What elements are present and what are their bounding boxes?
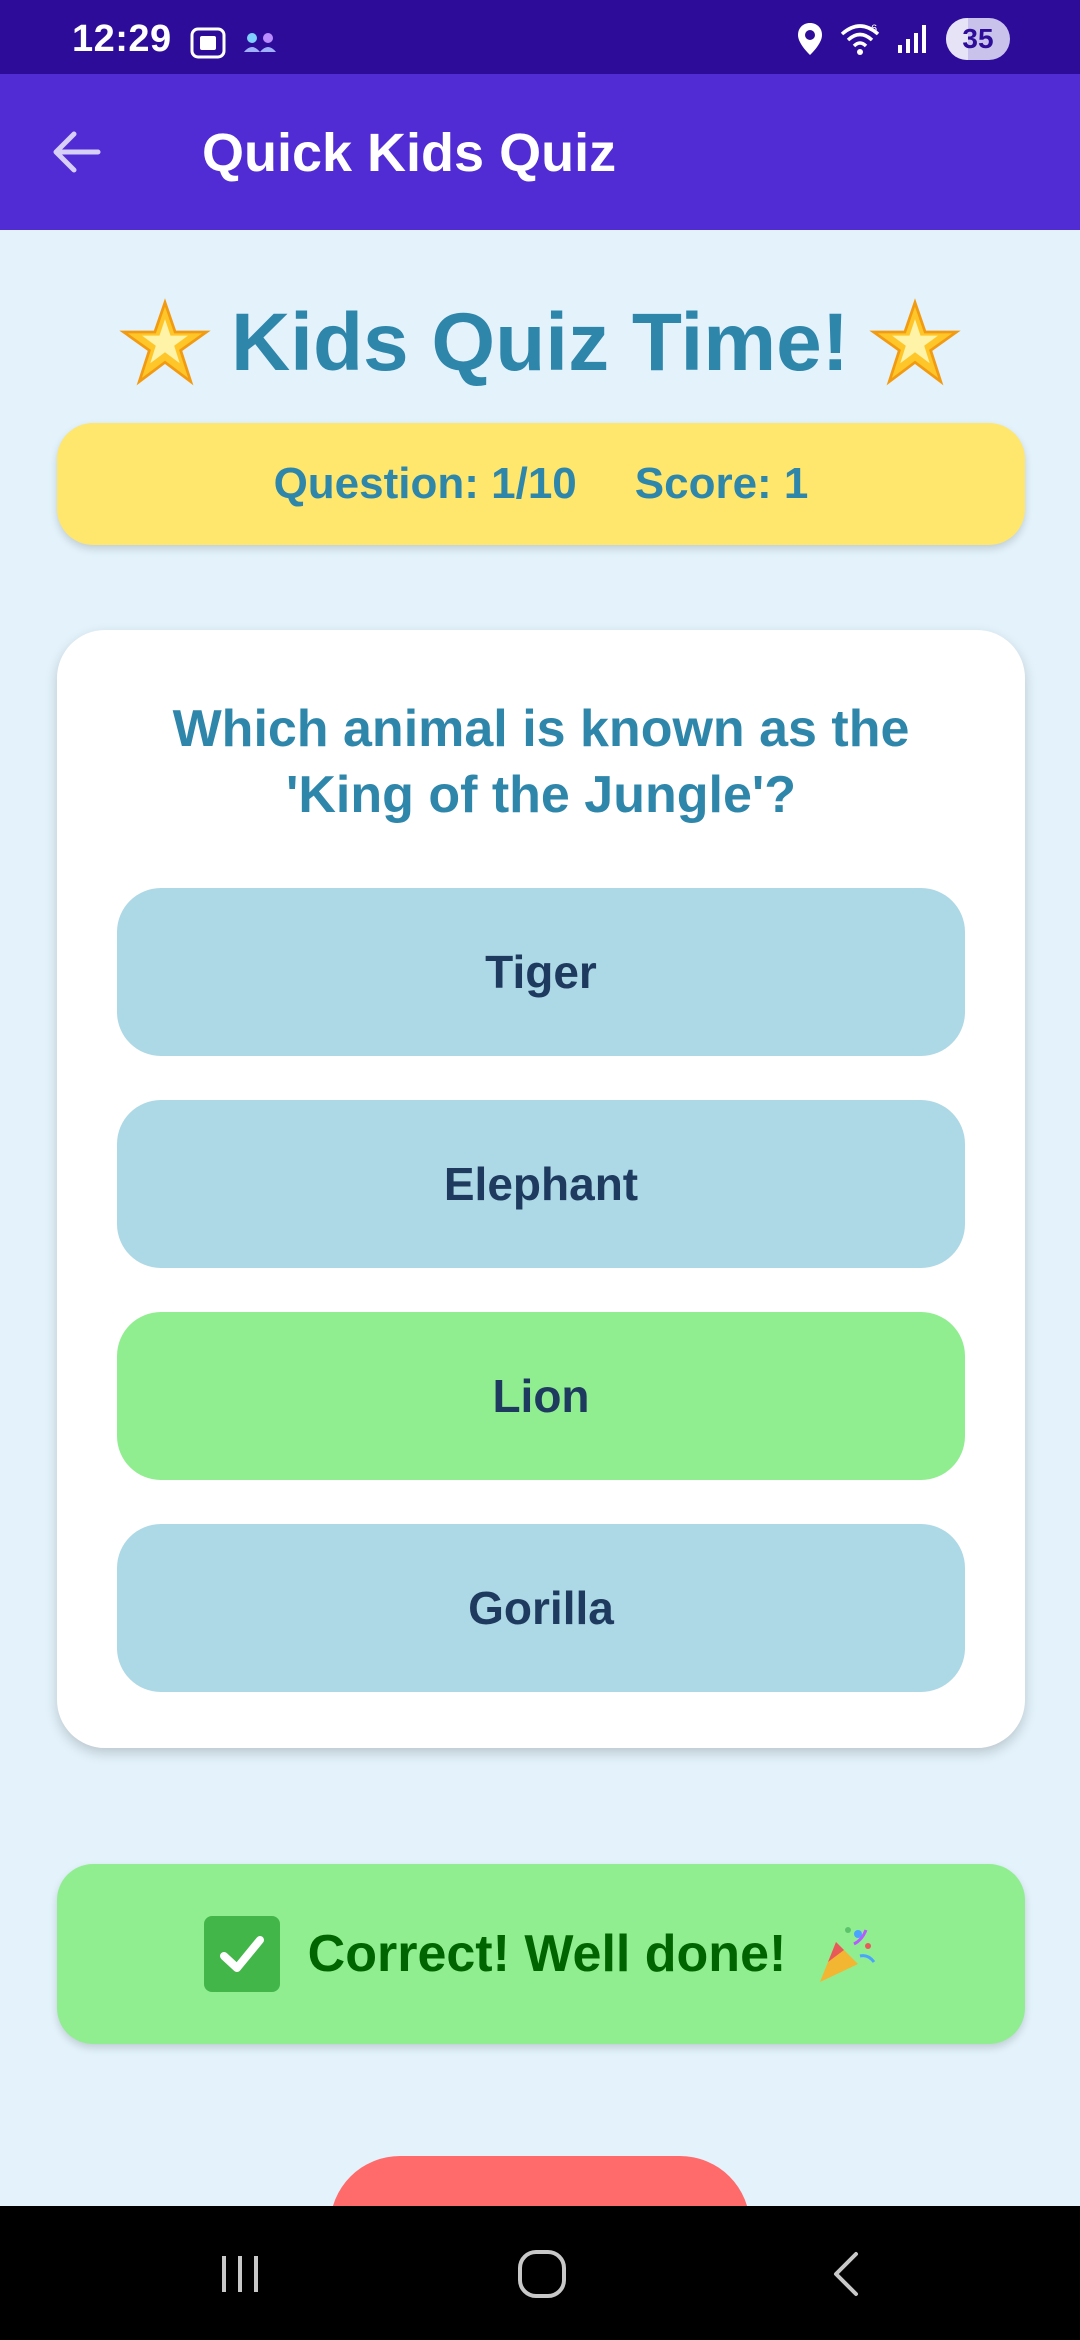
status-right-icons: 6 35 (796, 18, 1010, 60)
screenshot-icon (190, 27, 226, 59)
score-bar: Question: 1/10 Score: 1 (57, 423, 1025, 545)
answer-button-tiger[interactable]: Tiger (117, 888, 965, 1056)
tether-icon (244, 33, 276, 52)
recent-apps-icon (222, 2256, 258, 2292)
question-counter: Question: 1/10 (273, 459, 577, 508)
battery-level: 35 (962, 23, 994, 54)
status-time: 12:29 (72, 18, 172, 60)
quiz-card: Which animal is known as the 'King of th… (57, 630, 1025, 1748)
navigation-bar (0, 2206, 1080, 2340)
signal-icon (898, 25, 926, 53)
back-icon (834, 2252, 858, 2296)
arrow-left-icon (53, 131, 101, 173)
recent-apps-button[interactable] (200, 2236, 280, 2312)
answer-button-lion[interactable]: Lion (117, 1312, 965, 1480)
app-title: Quick Kids Quiz (202, 123, 617, 183)
screen: 12:29 6 35 Quick Kids Quiz Kids Quiz Tim… (0, 0, 1080, 2340)
star-emoji-icon (119, 298, 211, 386)
location-icon (798, 23, 822, 55)
home-icon (518, 2250, 566, 2298)
status-left-icons (190, 27, 278, 59)
wifi-icon: 6 (840, 23, 880, 55)
answer-button-gorilla[interactable]: Gorilla (117, 1524, 965, 1692)
home-button[interactable] (502, 2236, 582, 2312)
star-emoji-icon (869, 298, 961, 386)
party-popper-icon (820, 1927, 876, 1982)
feedback-message: Correct! Well done! (307, 1925, 787, 1983)
app-bar: Quick Kids Quiz (0, 74, 1080, 230)
system-back-button[interactable] (806, 2236, 886, 2312)
answer-button-elephant[interactable]: Elephant (117, 1100, 965, 1268)
question-text: Which animal is known as the 'King of th… (172, 700, 910, 824)
check-mark-icon (203, 1916, 280, 1992)
status-bar: 12:29 6 35 (0, 0, 1080, 74)
battery-icon: 35 (946, 18, 1010, 60)
back-button[interactable] (40, 116, 112, 188)
feedback-box: Correct! Well done! (57, 1864, 1025, 2044)
score-counter: Score: 1 (634, 459, 809, 508)
svg-text:6: 6 (871, 23, 877, 35)
page-title: Kids Quiz Time! (0, 296, 1080, 390)
page-title-text: Kids Quiz Time! (230, 297, 850, 388)
